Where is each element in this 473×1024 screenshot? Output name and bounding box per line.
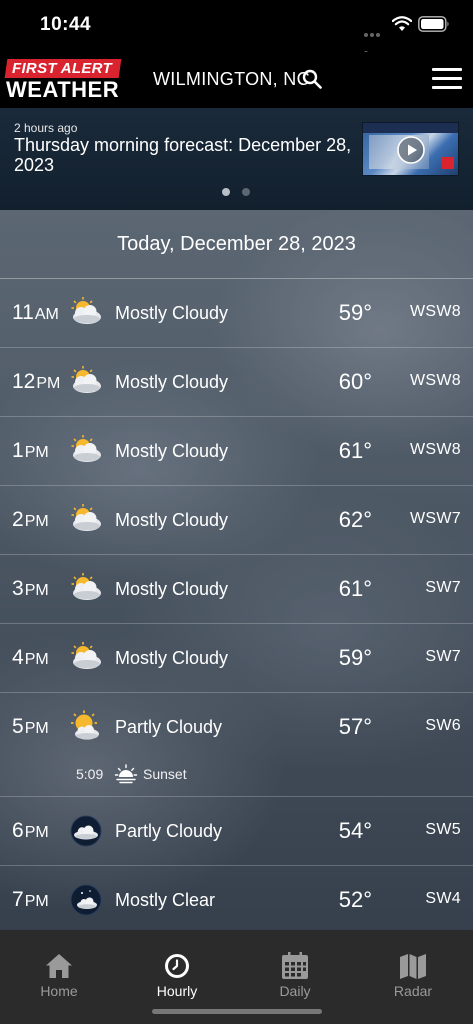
logo-bottom-text: WEATHER [6, 77, 120, 102]
temperature: 52° [338, 887, 372, 912]
news-title[interactable]: Thursday morning forecast: December 28, … [14, 135, 354, 175]
condition-label: Mostly Cloudy [115, 510, 229, 530]
home-indicator[interactable] [152, 1009, 322, 1014]
tab-hourly[interactable]: Hourly [118, 930, 236, 1004]
home-icon [46, 954, 72, 978]
temperature: 60° [338, 369, 372, 394]
temperature: 61° [338, 438, 372, 463]
hour-label: 5PM [12, 715, 49, 738]
mostly-clear-night-icon [70, 884, 102, 916]
first-alert-weather-logo[interactable]: FIRST ALERT WEATHER [4, 59, 122, 102]
news-age: 2 hours ago [14, 121, 78, 135]
wind-label: SW7 [425, 579, 461, 596]
sunset-label: Sunset [143, 766, 187, 782]
sunset-time: 5:09 [76, 766, 104, 782]
temperature: 54° [338, 818, 372, 843]
hour-label: 11AM [12, 301, 59, 324]
mostly-cloudy-day-icon [71, 435, 101, 462]
sunset-icon [114, 764, 138, 784]
hour-label: 2PM [12, 508, 49, 531]
tab-daily[interactable]: Daily [236, 930, 354, 1004]
clock-icon [165, 954, 189, 978]
battery-icon [418, 16, 449, 32]
play-icon[interactable] [396, 135, 426, 165]
news-pager[interactable] [222, 188, 252, 196]
mostly-cloudy-day-icon [71, 366, 101, 393]
condition-label: Mostly Cloudy [115, 303, 229, 323]
hour-row[interactable]: 2PM Mostly Cloudy 62° WSW7 [0, 486, 473, 555]
wind-label: WSW8 [410, 303, 461, 320]
temperature: 59° [338, 300, 372, 325]
news-video-thumbnail[interactable] [362, 122, 459, 176]
tab-label: Daily [279, 983, 311, 999]
hour-label: 4PM [12, 646, 49, 669]
temperature: 57° [338, 714, 372, 739]
calendar-icon [282, 952, 308, 979]
hour-row[interactable]: 3PM Mostly Cloudy 61° SW7 [0, 555, 473, 624]
tab-label: Radar [393, 983, 433, 999]
condition-label: Mostly Clear [115, 890, 216, 910]
hour-label: 12PM [12, 370, 61, 393]
date-header: Today, December 28, 2023 [0, 210, 473, 279]
wind-label: WSW8 [410, 441, 461, 458]
tab-label: Hourly [156, 983, 198, 999]
tab-home[interactable]: Home [0, 930, 118, 1004]
wind-label: WSW8 [410, 372, 461, 389]
wind-label: SW7 [425, 648, 461, 665]
condition-label: Mostly Cloudy [115, 648, 229, 668]
temperature: 59° [338, 645, 372, 670]
mostly-cloudy-day-icon [71, 297, 101, 324]
wind-label: SW6 [425, 717, 461, 734]
search-icon[interactable] [302, 69, 322, 89]
location-label[interactable]: WILMINGTON, NC [153, 69, 310, 90]
news-banner[interactable]: 2 hours ago Thursday morning forecast: D… [0, 108, 473, 210]
tab-bar: Home Hourly Daily Radar [0, 930, 473, 1024]
condition-label: Partly Cloudy [115, 717, 223, 737]
mostly-cloudy-day-icon [71, 504, 101, 531]
tab-label: Home [40, 983, 78, 999]
hour-label: 3PM [12, 577, 49, 600]
logo-top-text: FIRST ALERT [12, 60, 112, 77]
mostly-cloudy-day-icon [71, 573, 101, 600]
hour-row[interactable]: 12PM Mostly Cloudy 60° WSW8 [0, 348, 473, 417]
tab-radar[interactable]: Radar [354, 930, 472, 1004]
wind-label: WSW7 [410, 510, 461, 527]
map-icon [400, 954, 426, 979]
wind-label: SW4 [425, 890, 461, 907]
hour-label: 6PM [12, 819, 49, 842]
status-time: 10:44 [40, 14, 92, 35]
hour-row[interactable]: 5PM Partly Cloudy 57° SW6 5:09 Sunset [0, 693, 473, 797]
condition-label: Partly Cloudy [115, 821, 223, 841]
hour-row[interactable]: 1PM Mostly Cloudy 61° WSW8 [0, 417, 473, 486]
hour-row[interactable]: 7PM Mostly Clear 52° SW4 [0, 866, 473, 935]
hour-label: 1PM [12, 439, 49, 462]
hour-row[interactable]: 11AM Mostly Cloudy 59° WSW8 [0, 279, 473, 348]
condition-label: Mostly Cloudy [115, 441, 229, 461]
temperature: 61° [338, 576, 372, 601]
partly-cloudy-day-icon [71, 710, 99, 740]
menu-icon[interactable] [432, 68, 462, 92]
hour-label: 7PM [12, 888, 49, 911]
wind-label: SW5 [425, 821, 461, 838]
temperature: 62° [338, 507, 372, 532]
wifi-icon [392, 16, 412, 31]
mostly-cloudy-day-icon [71, 642, 101, 669]
hour-row[interactable]: 4PM Mostly Cloudy 59° SW7 [0, 624, 473, 693]
partly-cloudy-night-icon [70, 815, 102, 847]
hourly-list: 11AM Mostly Cloudy 59° WSW8 12PM Mostly … [0, 279, 473, 935]
condition-label: Mostly Cloudy [115, 579, 229, 599]
pager-dot[interactable] [242, 188, 250, 196]
signal-dots-icon [364, 24, 386, 55]
pager-dot-active[interactable] [222, 188, 230, 196]
condition-label: Mostly Cloudy [115, 372, 229, 392]
status-bar: 10:44 [0, 0, 473, 55]
hour-row[interactable]: 6PM Partly Cloudy 54° SW5 [0, 797, 473, 866]
app-header: FIRST ALERT WEATHER WILMINGTON, NC [0, 52, 473, 108]
